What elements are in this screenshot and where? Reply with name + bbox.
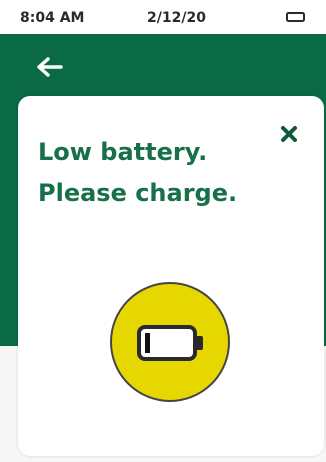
close-icon[interactable]: [277, 122, 301, 146]
status-bar: 8:04 AM 2/12/20: [0, 0, 326, 34]
dialog-message-line1: Low battery.: [38, 138, 208, 166]
battery-icon: [286, 12, 305, 22]
status-time: 8:04 AM: [20, 10, 85, 26]
battery-status-badge: [110, 282, 230, 402]
arrow-left-icon[interactable]: [36, 56, 64, 78]
app-header: [0, 34, 326, 96]
dialog-message: Low battery. Please charge.: [38, 132, 278, 214]
battery-low-icon: [137, 325, 203, 361]
dialog-message-line2: Please charge.: [38, 179, 238, 207]
low-battery-dialog: Low battery. Please charge.: [18, 96, 324, 456]
status-date: 2/12/20: [147, 10, 206, 26]
battery-level-fill: [145, 333, 150, 353]
